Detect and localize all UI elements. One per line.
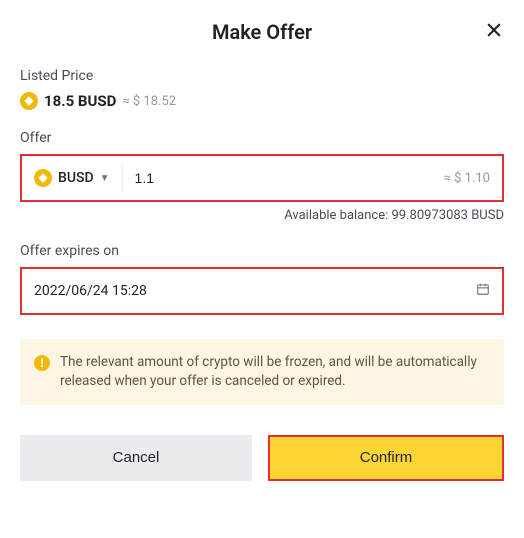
expiry-label: Offer expires on (20, 243, 504, 259)
expiry-input[interactable]: 2022/06/24 15:28 (20, 267, 504, 315)
confirm-button[interactable]: Confirm (268, 435, 504, 481)
close-icon[interactable] (484, 20, 504, 40)
modal-header: Make Offer (20, 20, 504, 44)
offer-input-box: BUSD ▼ ≈ $ 1.10 (20, 154, 504, 202)
calendar-icon (476, 282, 490, 300)
busd-icon (20, 92, 38, 110)
chevron-down-icon: ▼ (100, 173, 110, 184)
listed-price-approx: ≈ $ 18.52 (122, 94, 176, 109)
listed-price-label: Listed Price (20, 68, 504, 84)
currency-name: BUSD (58, 170, 94, 186)
available-balance: Available balance: 99.80973083 BUSD (20, 208, 504, 223)
offer-label: Offer (20, 130, 504, 146)
offer-amount-input[interactable] (123, 170, 432, 186)
cancel-button[interactable]: Cancel (20, 435, 252, 481)
busd-icon (34, 169, 52, 187)
listed-price-row: 18.5 BUSD ≈ $ 18.52 (20, 92, 504, 110)
modal-title: Make Offer (20, 20, 504, 44)
notice-text: The relevant amount of crypto will be fr… (60, 353, 490, 391)
offer-approx: ≈ $ 1.10 (432, 171, 502, 186)
listed-price-amount: 18.5 BUSD (44, 92, 116, 110)
currency-select[interactable]: BUSD ▼ (22, 164, 123, 192)
button-row: Cancel Confirm (20, 435, 504, 481)
notice-box: ! The relevant amount of crypto will be … (20, 339, 504, 405)
expiry-value: 2022/06/24 15:28 (34, 283, 476, 299)
warning-icon: ! (34, 355, 50, 371)
